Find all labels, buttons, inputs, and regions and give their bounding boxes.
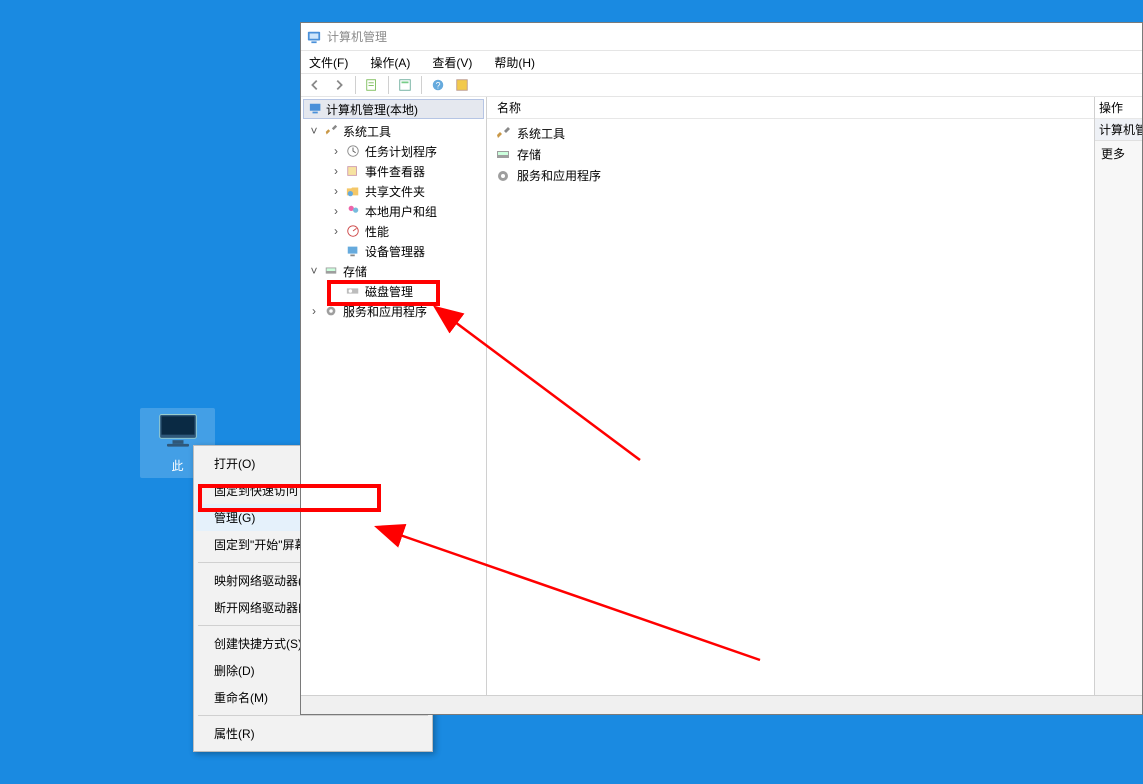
computer-icon <box>308 101 324 117</box>
tools-icon <box>323 123 339 139</box>
tree-label: 服务和应用程序 <box>343 303 427 320</box>
tree-label: 设备管理器 <box>365 243 425 260</box>
collapse-icon[interactable]: ˅ <box>309 264 319 278</box>
tree-task-scheduler[interactable]: › 任务计划程序 <box>301 141 486 161</box>
tree-label: 系统工具 <box>343 123 391 140</box>
tree-pane: 计算机管理(本地) ˅ 系统工具 › 任务计划程序 <box>301 97 487 695</box>
tree-storage[interactable]: ˅ 存储 <box>301 261 486 281</box>
show-hide-tree-button[interactable] <box>362 75 382 95</box>
list-item-label: 服务和应用程序 <box>517 167 601 184</box>
clock-icon <box>345 143 361 159</box>
tree-label: 任务计划程序 <box>365 143 437 160</box>
list-item-label: 系统工具 <box>517 125 565 142</box>
menu-file[interactable]: 文件(F) <box>305 52 352 73</box>
collapse-icon[interactable]: ˅ <box>309 124 319 138</box>
tree-label: 事件查看器 <box>365 163 425 180</box>
tree-label: 磁盘管理 <box>365 283 413 300</box>
menu-properties[interactable]: 属性(R) <box>196 720 430 747</box>
help-button[interactable]: ? <box>428 75 448 95</box>
properties-button[interactable] <box>395 75 415 95</box>
expand-icon[interactable]: › <box>331 204 341 218</box>
tree-disk-management[interactable]: 磁盘管理 <box>301 281 486 301</box>
action-more[interactable]: 更多 <box>1095 141 1142 166</box>
toolbar-separator <box>421 76 422 94</box>
expand-icon[interactable]: › <box>331 224 341 238</box>
shared-folder-icon <box>345 183 361 199</box>
tree-label: 共享文件夹 <box>365 183 425 200</box>
menu-separator <box>198 715 428 716</box>
action-pane: 操作 计算机管 更多 <box>1095 97 1142 695</box>
window-title: 计算机管理 <box>327 28 387 45</box>
title-bar[interactable]: 计算机管理 <box>301 23 1142 51</box>
disk-icon <box>345 283 361 299</box>
menu-bar: 文件(F) 操作(A) 查看(V) 帮助(H) <box>301 51 1142 73</box>
blank-expander <box>331 244 341 258</box>
toolbar-separator <box>355 76 356 94</box>
expand-icon[interactable]: › <box>309 304 319 318</box>
tool-bar: ? <box>301 73 1142 97</box>
app-icon <box>307 30 321 44</box>
performance-icon <box>345 223 361 239</box>
tree-root[interactable]: 计算机管理(本地) <box>303 99 484 119</box>
list-item-system-tools[interactable]: 系统工具 <box>493 123 1088 144</box>
tree-device-manager[interactable]: 设备管理器 <box>301 241 486 261</box>
back-button[interactable] <box>305 75 325 95</box>
list-pane: 名称 系统工具 存储 服务和应用程序 <box>487 97 1095 695</box>
menu-action[interactable]: 操作(A) <box>366 52 414 73</box>
expand-icon[interactable]: › <box>331 164 341 178</box>
tree-label: 本地用户和组 <box>365 203 437 220</box>
action-group: 计算机管 <box>1095 119 1142 141</box>
status-bar <box>301 695 1142 714</box>
list-item-label: 存储 <box>517 146 541 163</box>
list-item-services-apps[interactable]: 服务和应用程序 <box>493 165 1088 186</box>
tree-shared-folders[interactable]: › 共享文件夹 <box>301 181 486 201</box>
menu-help[interactable]: 帮助(H) <box>490 52 539 73</box>
tree-performance[interactable]: › 性能 <box>301 221 486 241</box>
storage-icon <box>323 263 339 279</box>
services-icon <box>323 303 339 319</box>
tree-label: 性能 <box>365 223 389 240</box>
device-icon <box>345 243 361 259</box>
toolbar-separator <box>388 76 389 94</box>
expand-icon[interactable]: › <box>331 184 341 198</box>
refresh-button[interactable] <box>452 75 472 95</box>
tree-event-viewer[interactable]: › 事件查看器 <box>301 161 486 181</box>
blank-expander <box>331 284 341 298</box>
expand-icon[interactable]: › <box>331 144 341 158</box>
storage-icon <box>495 147 511 163</box>
services-icon <box>495 168 511 184</box>
list-item-storage[interactable]: 存储 <box>493 144 1088 165</box>
list-column-name[interactable]: 名称 <box>487 97 1094 119</box>
menu-view[interactable]: 查看(V) <box>428 52 476 73</box>
users-icon <box>345 203 361 219</box>
event-icon <box>345 163 361 179</box>
tools-icon <box>495 126 511 142</box>
action-pane-header: 操作 <box>1095 97 1142 119</box>
tree-services-apps[interactable]: › 服务和应用程序 <box>301 301 486 321</box>
tree-label: 存储 <box>343 263 367 280</box>
tree-system-tools[interactable]: ˅ 系统工具 <box>301 121 486 141</box>
forward-button[interactable] <box>329 75 349 95</box>
tree-root-label: 计算机管理(本地) <box>326 101 418 118</box>
computer-management-window: 计算机管理 文件(F) 操作(A) 查看(V) 帮助(H) ? 计算机管理(本地… <box>300 22 1143 715</box>
tree-local-users[interactable]: › 本地用户和组 <box>301 201 486 221</box>
svg-text:?: ? <box>436 81 441 91</box>
